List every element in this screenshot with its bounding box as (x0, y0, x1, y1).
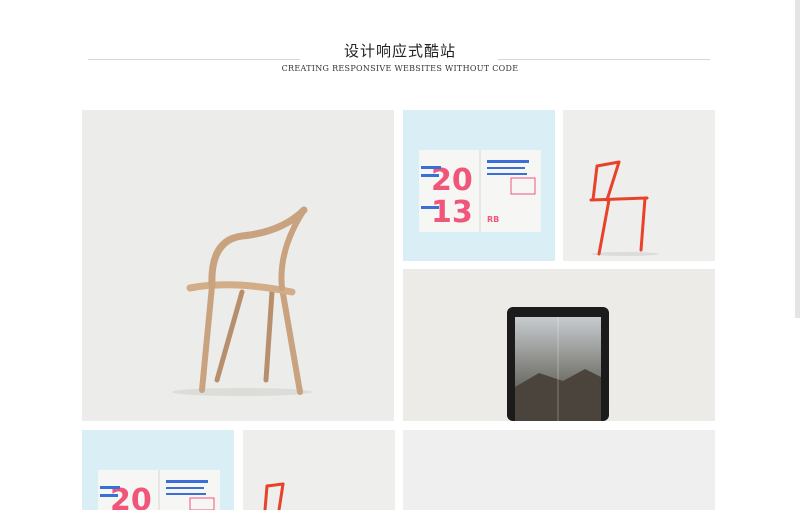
scrollbar[interactable] (795, 0, 800, 318)
print-poster-image-2: 20 (98, 470, 220, 510)
title-divider-right (498, 59, 710, 60)
print-poster-image: 20 13 RB (419, 150, 541, 232)
wooden-chair-image (172, 206, 312, 396)
gallery-item-wooden-chair[interactable] (82, 110, 394, 421)
page-title: 设计响应式酷站 (343, 42, 456, 60)
svg-text:13: 13 (431, 195, 473, 230)
red-chair-image (589, 160, 659, 256)
gallery-item-print-poster-2[interactable]: 20 (82, 430, 234, 510)
site-header: 设计响应式酷站 CREATING RESPONSIVE WEBSITES WIT… (0, 0, 800, 100)
gallery-item-placeholder[interactable] (403, 430, 715, 510)
tablet-mockup-image (507, 307, 609, 421)
title-divider-left (88, 59, 300, 60)
gallery-item-red-chair[interactable] (563, 110, 715, 261)
gallery-item-print-poster[interactable]: 20 13 RB (403, 110, 555, 261)
gallery-item-red-chair-2[interactable] (243, 430, 395, 510)
gallery-item-tablet-mockup[interactable] (403, 269, 715, 421)
red-chair-image-2 (263, 482, 285, 510)
svg-text:RB: RB (487, 215, 499, 224)
page-subtitle: CREATING RESPONSIVE WEBSITES WITHOUT COD… (281, 64, 519, 73)
